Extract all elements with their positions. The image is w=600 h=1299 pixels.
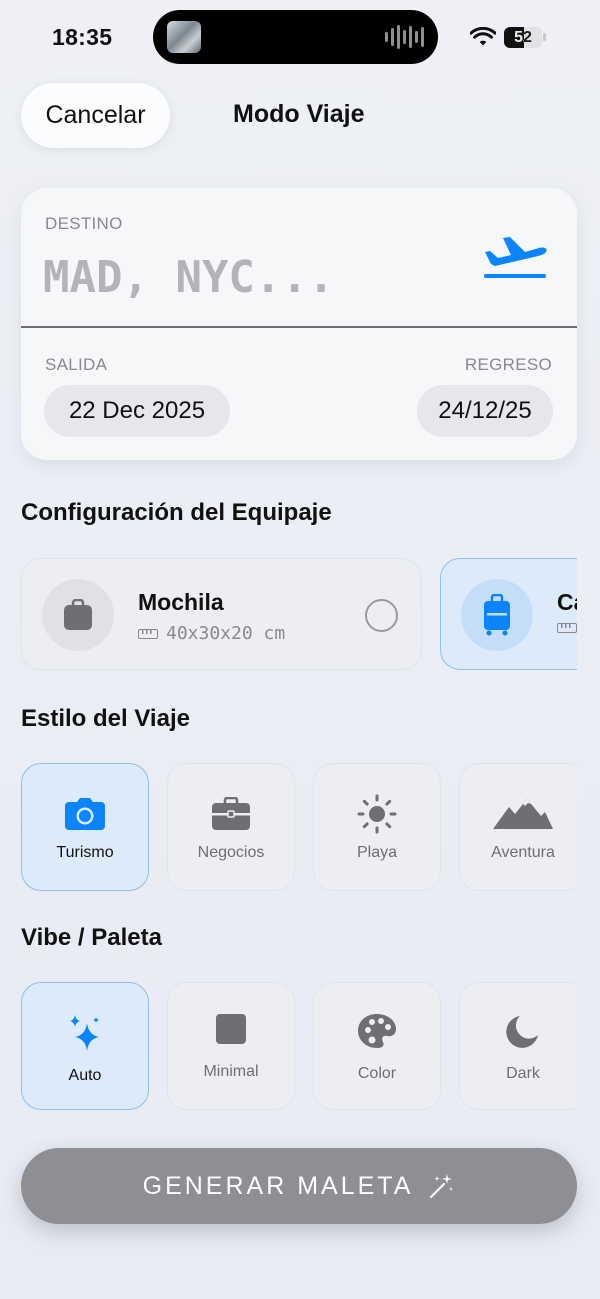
airplane-departure-icon: [484, 237, 547, 278]
magic-wand-icon: [430, 1174, 454, 1199]
return-label: REGRESO: [464, 355, 552, 374]
style-option-label: Aventura: [491, 844, 555, 861]
battery-cap: [543, 33, 546, 41]
style-option-label: Turismo: [56, 844, 114, 861]
briefcase-icon: [168, 794, 294, 834]
destination-label: DESTINO: [45, 214, 123, 233]
page-title: Modo Viaje: [233, 100, 365, 128]
style-option-turismo[interactable]: Turismo: [21, 763, 149, 891]
horizontal-clip: [577, 540, 600, 1140]
vibe-option-label: Auto: [68, 1067, 102, 1084]
vibe-option-label: Color: [357, 1065, 397, 1082]
palette-icon: [314, 1011, 440, 1051]
cancel-button[interactable]: Cancelar: [21, 83, 170, 148]
status-time: 18:35: [52, 24, 113, 50]
return-date-picker[interactable]: 24/12/25: [417, 385, 553, 437]
style-option-playa[interactable]: Playa: [313, 763, 441, 891]
departure-date-picker[interactable]: 22 Dec 2025: [44, 385, 230, 437]
battery-percent: 52: [514, 29, 532, 46]
now-playing-artwork: [167, 21, 201, 53]
luggage-section-title: Configuración del Equipaje: [21, 499, 332, 526]
luggage-name: Ca: [557, 589, 577, 615]
vibe-scroller[interactable]: Auto Minimal Color Dark: [0, 974, 577, 1119]
status-bar: 18:35 52: [0, 0, 600, 74]
luggage-scroller[interactable]: Ca: [0, 540, 577, 690]
sparkles-icon: [22, 1009, 148, 1057]
style-option-label: Negocios: [197, 844, 265, 861]
destination-input[interactable]: [43, 246, 463, 308]
sun-icon: [314, 794, 440, 834]
vibe-section-title: Vibe / Paleta: [21, 924, 162, 951]
trip-card: DESTINO SALIDA REGRESO 22 Dec 2025 24/12…: [21, 188, 577, 460]
card-divider: [21, 326, 577, 328]
mountains-icon: [460, 794, 577, 834]
square-icon: [168, 1009, 294, 1049]
style-option-label: Playa: [356, 844, 398, 861]
vibe-option-dark[interactable]: Dark: [459, 982, 577, 1110]
battery-indicator: 52: [504, 27, 542, 48]
dynamic-island[interactable]: [153, 10, 438, 64]
luggage-dimensions: [557, 623, 577, 633]
audio-waveform-icon: [385, 25, 424, 49]
suitcase-icon: [461, 579, 533, 651]
vibe-option-label: Dark: [506, 1065, 540, 1082]
vibe-option-minimal[interactable]: Minimal: [167, 982, 295, 1110]
moon-icon: [460, 1011, 577, 1051]
departure-label: SALIDA: [45, 355, 108, 374]
style-option-negocios[interactable]: Negocios: [167, 763, 295, 891]
style-option-aventura[interactable]: Aventura: [459, 763, 577, 891]
vibe-option-color[interactable]: Color: [313, 982, 441, 1110]
vibe-option-auto[interactable]: Auto: [21, 982, 149, 1110]
vibe-option-label: Minimal: [203, 1063, 259, 1080]
camera-icon: [22, 794, 148, 834]
luggage-option-cabina[interactable]: Ca: [440, 558, 577, 670]
style-scroller[interactable]: Turismo Negocios Playa Aventura: [0, 755, 577, 900]
ruler-icon: [557, 623, 577, 633]
style-section-title: Estilo del Viaje: [21, 705, 190, 732]
wifi-icon: [470, 27, 496, 46]
generate-button-label: GENERAR MALETA: [142, 1171, 414, 1200]
generate-suitcase-button[interactable]: GENERAR MALETA: [21, 1148, 577, 1224]
